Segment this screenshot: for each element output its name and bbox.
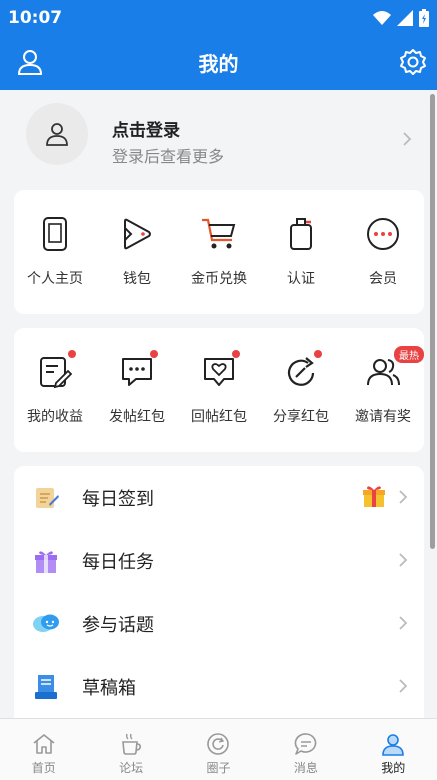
circle-icon <box>207 733 230 755</box>
tab-home[interactable]: 首页 <box>0 719 87 780</box>
grid-label: 回帖红包 <box>191 409 247 425</box>
chat-dots-icon <box>122 358 152 386</box>
notification-dot <box>232 350 240 358</box>
content-area: 点击登录 登录后查看更多 个人主页 钱包 金币兑换 认证 会员 我的收益 发帖红… <box>0 90 437 718</box>
edit-doc-icon <box>40 357 72 389</box>
phone-icon <box>43 217 67 251</box>
tab-label: 首页 <box>31 761 56 775</box>
menu-list-card: 每日签到 每日任务 参与话题 草稿箱 <box>14 466 424 718</box>
wifi-icon <box>373 11 391 25</box>
more-circle-icon <box>367 218 399 250</box>
status-icons <box>373 9 429 27</box>
tab-label: 圈子 <box>206 761 231 775</box>
list-item-label: 参与话题 <box>82 615 154 636</box>
grid-label: 个人主页 <box>27 271 83 287</box>
grid-item-member[interactable]: 会员 <box>342 214 424 288</box>
chevron-right-icon <box>399 553 408 567</box>
chat-bubbles-icon <box>33 614 59 632</box>
chevron-right-icon <box>403 132 412 146</box>
tab-mine[interactable]: 我的 <box>350 719 437 780</box>
quick-grid-card-2: 我的收益 发帖红包 回帖红包 分享红包 最热 邀请有奖 <box>14 328 424 452</box>
gift-box-icon <box>35 551 57 573</box>
share-refresh-icon <box>287 357 315 386</box>
tab-label: 消息 <box>293 761 318 775</box>
signal-icon <box>397 10 413 26</box>
scroll-icon <box>36 488 59 508</box>
quick-grid-card-1: 个人主页 钱包 金币兑换 认证 会员 <box>14 190 424 314</box>
grid-label: 认证 <box>287 271 315 287</box>
chevron-right-icon <box>399 616 408 630</box>
list-item-drafts[interactable]: 草稿箱 <box>14 655 424 718</box>
grid-label: 钱包 <box>123 271 151 287</box>
tab-forum[interactable]: 论坛 <box>87 719 174 780</box>
tab-messages[interactable]: 消息 <box>262 719 349 780</box>
draft-icon <box>35 675 57 699</box>
tab-label: 论坛 <box>119 761 144 775</box>
app-bar: 我的 <box>0 36 437 90</box>
notification-dot <box>314 350 322 358</box>
home-icon <box>33 734 55 754</box>
badge-icon <box>290 218 312 250</box>
grid-item-my-earnings[interactable]: 我的收益 <box>14 350 96 426</box>
login-subtitle: 登录后查看更多 <box>112 147 225 166</box>
grid-label: 发帖红包 <box>109 409 165 425</box>
notification-dot <box>68 350 76 358</box>
scrollbar[interactable] <box>430 94 435 549</box>
grid-label: 邀请有奖 <box>355 409 411 425</box>
heart-chat-icon <box>204 358 234 386</box>
grid-item-coin-exchange[interactable]: 金币兑换 <box>178 214 260 288</box>
status-bar: 10:07 <box>0 0 437 36</box>
grid-label: 我的收益 <box>27 409 83 425</box>
chevron-right-icon <box>399 490 408 504</box>
bottom-tab-bar: 首页 论坛 圈子 消息 我的 <box>0 718 437 780</box>
grid-item-share-red-packet[interactable]: 分享红包 <box>260 350 342 426</box>
page-title: 我的 <box>198 52 239 76</box>
hot-badge: 最热 <box>394 346 424 363</box>
grid-item-post-red-packet[interactable]: 发帖红包 <box>96 350 178 426</box>
gift-icon <box>363 486 385 507</box>
grid-item-wallet[interactable]: 钱包 <box>96 214 178 288</box>
coffee-icon <box>122 733 142 755</box>
message-icon <box>294 733 317 755</box>
grid-item-homepage[interactable]: 个人主页 <box>14 214 96 288</box>
list-item-daily-checkin[interactable]: 每日签到 <box>14 466 424 529</box>
login-title[interactable]: 点击登录 <box>112 116 180 141</box>
grid-label: 分享红包 <box>273 409 329 425</box>
grid-label: 金币兑换 <box>191 271 247 287</box>
play-wallet-icon <box>124 218 151 250</box>
person-icon <box>46 123 68 146</box>
notification-dot <box>150 350 158 358</box>
list-item-label: 每日签到 <box>82 489 154 510</box>
list-item-label: 每日任务 <box>82 552 154 573</box>
list-item-label: 草稿箱 <box>82 678 136 699</box>
battery-icon <box>419 9 429 27</box>
grid-label: 会员 <box>369 271 397 287</box>
profile-icon <box>382 734 405 756</box>
grid-item-reply-red-packet[interactable]: 回帖红包 <box>178 350 260 426</box>
gear-icon[interactable] <box>399 48 427 80</box>
tab-label: 我的 <box>381 761 406 775</box>
login-card[interactable]: 点击登录 登录后查看更多 <box>14 98 424 178</box>
grid-item-invite-reward[interactable]: 最热 邀请有奖 <box>342 346 424 426</box>
list-item-join-topic[interactable]: 参与话题 <box>14 592 424 655</box>
list-item-daily-task[interactable]: 每日任务 <box>14 529 424 592</box>
chevron-right-icon <box>399 679 408 693</box>
cart-icon <box>202 218 236 249</box>
tab-circle[interactable]: 圈子 <box>175 719 262 780</box>
grid-item-verify[interactable]: 认证 <box>260 214 342 288</box>
avatar[interactable] <box>26 103 88 165</box>
status-time: 10:07 <box>8 8 63 28</box>
